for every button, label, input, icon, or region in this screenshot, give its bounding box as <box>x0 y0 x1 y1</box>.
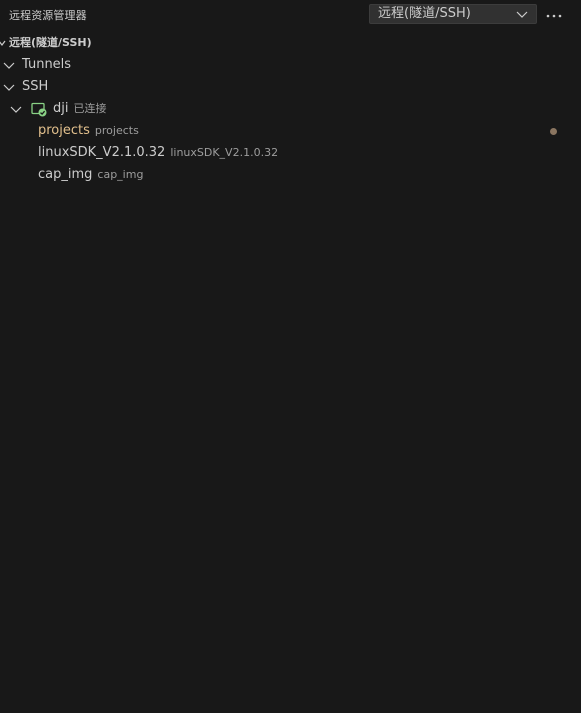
folder-name: projects <box>38 123 90 138</box>
folder-name: linuxSDK_V2.1.0.32 <box>38 145 166 160</box>
chevron-down-icon <box>3 84 15 91</box>
tree-item-host-label: dji 已连接 <box>53 98 106 120</box>
folder-description: projects <box>94 124 139 137</box>
chevron-down-icon <box>3 62 15 69</box>
section-header-remote[interactable]: 远程(隧道/SSH) <box>0 32 581 54</box>
tree-item-host[interactable]: dji 已连接 <box>0 98 581 120</box>
folder-name: cap_img <box>38 167 93 182</box>
remote-type-select-value: 远程(隧道/SSH) <box>378 6 471 21</box>
folder-label: projects projects <box>38 120 139 142</box>
chevron-down-icon <box>10 106 22 113</box>
folder-description: cap_img <box>97 168 144 181</box>
tree-item-folder-projects[interactable]: projects projects <box>0 120 581 142</box>
tree-item-folder-cap-img[interactable]: cap_img cap_img <box>0 164 581 186</box>
remote-type-select[interactable]: 远程(隧道/SSH) <box>369 4 537 24</box>
tree-item-folder-linuxsdk[interactable]: linuxSDK_V2.1.0.32 linuxSDK_V2.1.0.32 <box>0 142 581 164</box>
panel-title: 远程资源管理器 <box>9 9 87 22</box>
remote-explorer-panel: 远程资源管理器 远程(隧道/SSH) 远程(隧道/SSH) Tunnels SS… <box>0 0 581 713</box>
remote-connected-icon <box>31 102 47 117</box>
chevron-down-icon <box>516 11 528 18</box>
folder-label: cap_img cap_img <box>38 164 143 186</box>
ellipsis-icon[interactable] <box>544 5 564 25</box>
tree-item-ssh[interactable]: SSH <box>0 76 581 98</box>
folder-label: linuxSDK_V2.1.0.32 linuxSDK_V2.1.0.32 <box>38 142 278 164</box>
section-header-label: 远程(隧道/SSH) <box>9 36 92 49</box>
folder-description: linuxSDK_V2.1.0.32 <box>170 146 279 159</box>
modified-dot-icon <box>550 128 557 135</box>
tree-item-ssh-label: SSH <box>22 79 49 94</box>
tree-item-tunnels[interactable]: Tunnels <box>0 54 581 76</box>
tree-item-tunnels-label: Tunnels <box>22 57 72 72</box>
host-status: 已连接 <box>73 102 107 115</box>
chevron-down-icon <box>0 40 6 46</box>
panel-titlebar: 远程资源管理器 远程(隧道/SSH) <box>0 0 581 30</box>
host-name: dji <box>53 101 69 116</box>
